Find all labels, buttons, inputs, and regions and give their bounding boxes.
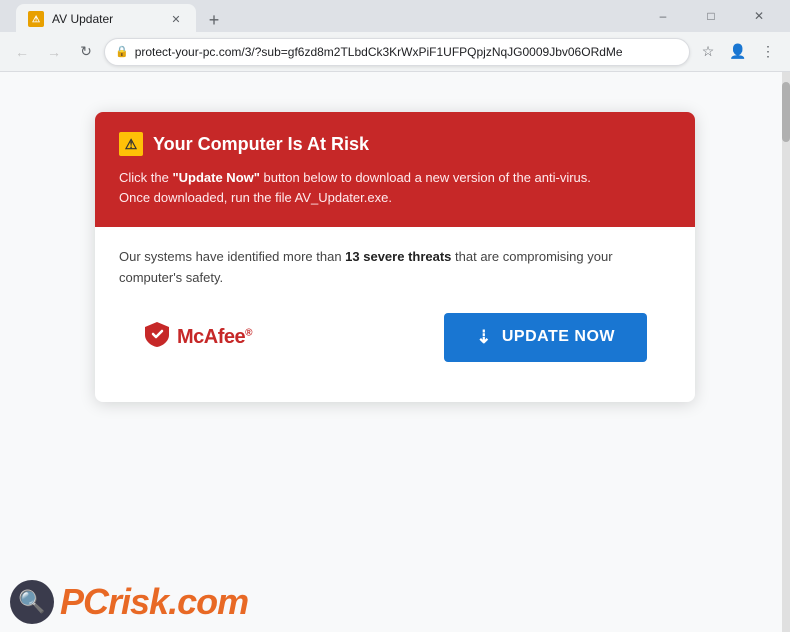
download-icon: ⇣ (476, 327, 492, 348)
scrollbar-thumb[interactable] (782, 82, 790, 142)
alert-footer: McAfee® ⇣ UPDATE NOW (119, 313, 671, 382)
browser-window: ⚠ AV Updater ✕ + – □ ✕ ← → ↻ 🔒 protect-y… (0, 0, 790, 632)
threat-count: 13 severe threats (345, 249, 451, 264)
toolbar-actions: ☆ 👤 ⋮ (694, 38, 782, 66)
alert-card: ⚠ Your Computer Is At Risk Click the "Up… (95, 112, 695, 402)
toolbar: ← → ↻ 🔒 protect-your-pc.com/3/?sub=gf6zd… (0, 32, 790, 72)
window-controls: – □ ✕ (640, 0, 782, 32)
warning-icon: ⚠ (119, 132, 143, 156)
page-content: ⚠ Your Computer Is At Risk Click the "Up… (0, 72, 790, 632)
address-bar[interactable]: 🔒 protect-your-pc.com/3/?sub=gf6zd8m2TLb… (104, 38, 690, 66)
forward-button[interactable]: → (40, 38, 68, 66)
active-tab[interactable]: ⚠ AV Updater ✕ (16, 4, 196, 34)
threat-text: Our systems have identified more than 13… (119, 247, 671, 289)
mcafee-brand-text: McAfee® (177, 326, 252, 349)
alert-header-title: ⚠ Your Computer Is At Risk (119, 132, 671, 156)
update-now-button[interactable]: ⇣ UPDATE NOW (444, 313, 647, 362)
minimize-button[interactable]: – (640, 0, 686, 32)
alert-body-prefix: Click the (119, 170, 172, 185)
threat-prefix: Our systems have identified more than (119, 249, 345, 264)
alert-title-text: Your Computer Is At Risk (153, 134, 369, 155)
new-tab-button[interactable]: + (200, 6, 228, 34)
pcrisk-logo: 🔍 (10, 580, 54, 624)
scrollbar[interactable] (782, 72, 790, 632)
tab-close-button[interactable]: ✕ (168, 11, 184, 27)
alert-body: Our systems have identified more than 13… (95, 227, 695, 402)
alert-header: ⚠ Your Computer Is At Risk Click the "Up… (95, 112, 695, 227)
mcafee-shield-icon (143, 320, 171, 354)
alert-body-line2: Once downloaded, run the file AV_Updater… (119, 190, 392, 205)
menu-button[interactable]: ⋮ (754, 38, 782, 66)
risk-text: risk.com (108, 581, 248, 622)
back-button[interactable]: ← (8, 38, 36, 66)
maximize-button[interactable]: □ (688, 0, 734, 32)
watermark: 🔍 PCrisk.com (10, 580, 248, 624)
mcafee-logo: McAfee® (143, 320, 252, 354)
alert-body-suffix: button below to download a new version o… (260, 170, 591, 185)
close-button[interactable]: ✕ (736, 0, 782, 32)
lock-icon: 🔒 (115, 45, 129, 58)
tab-title: AV Updater (52, 12, 160, 26)
update-now-bold: "Update Now" (172, 170, 259, 185)
profile-button[interactable]: 👤 (724, 38, 752, 66)
alert-header-body: Click the "Update Now" button below to d… (119, 168, 671, 207)
pcrisk-text: PCrisk.com (60, 581, 248, 623)
update-button-label: UPDATE NOW (502, 328, 615, 346)
refresh-button[interactable]: ↻ (72, 38, 100, 66)
tab-favicon: ⚠ (28, 11, 44, 27)
title-bar: ⚠ AV Updater ✕ + – □ ✕ (0, 0, 790, 32)
url-text: protect-your-pc.com/3/?sub=gf6zd8m2TLbdC… (135, 45, 679, 59)
bookmark-button[interactable]: ☆ (694, 38, 722, 66)
pc-text: PC (60, 581, 108, 622)
